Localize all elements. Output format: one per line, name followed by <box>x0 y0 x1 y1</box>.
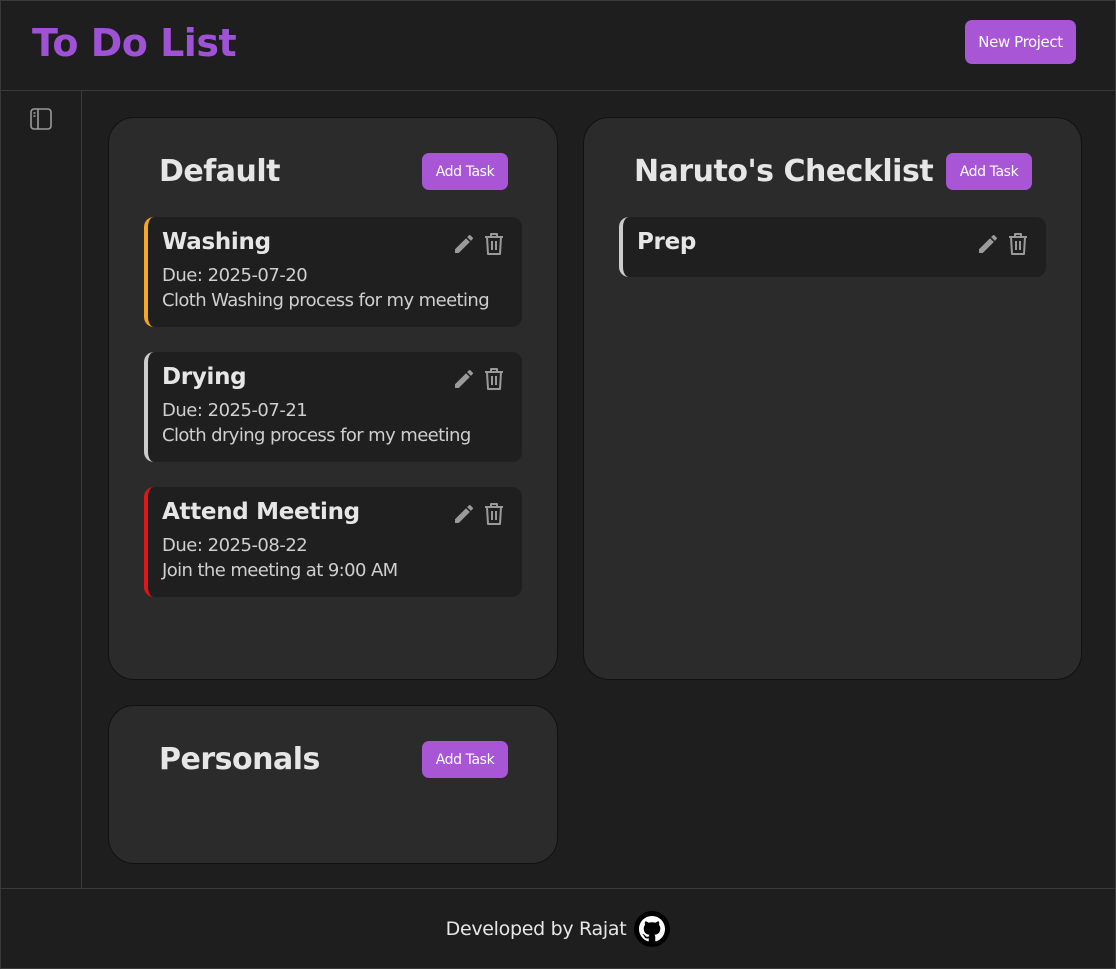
pencil-icon[interactable] <box>976 231 1000 257</box>
pencil-icon[interactable] <box>452 366 476 392</box>
project-card-personals: Personals Add Task <box>108 705 558 864</box>
footer-credit: Developed by Rajat <box>445 917 627 940</box>
pencil-icon[interactable] <box>452 231 476 257</box>
task-description: Cloth Washing process for my meeting <box>162 290 490 311</box>
task-title: Attend Meeting <box>162 499 360 525</box>
task-title: Drying <box>162 364 247 390</box>
task-title: Prep <box>637 229 697 255</box>
task-description: Join the meeting at 9:00 AM <box>162 560 398 581</box>
project-title: Naruto's Checklist <box>634 154 934 189</box>
task-due-date: Due: 2025-07-21 <box>162 400 308 421</box>
task-title: Washing <box>162 229 271 255</box>
sidebar <box>1 91 82 888</box>
project-card-default: Default Add Task Washing Due: 2025-07-20… <box>108 117 558 680</box>
task-card[interactable]: Washing Due: 2025-07-20 Cloth Washing pr… <box>144 217 522 327</box>
task-card[interactable]: Attend Meeting Due: 2025-08-22 Join the … <box>144 487 522 597</box>
task-due-date: Due: 2025-08-22 <box>162 535 308 556</box>
project-title: Default <box>159 154 281 189</box>
sidebar-toggle-icon[interactable] <box>29 107 53 131</box>
trash-icon[interactable] <box>482 231 506 257</box>
app-title: To Do List <box>32 21 237 65</box>
add-task-button[interactable]: Add Task <box>422 153 508 190</box>
task-card[interactable]: Drying Due: 2025-07-21 Cloth drying proc… <box>144 352 522 462</box>
task-due-date: Due: 2025-07-20 <box>162 265 308 286</box>
trash-icon[interactable] <box>482 501 506 527</box>
task-actions <box>452 231 506 257</box>
task-actions <box>976 231 1030 257</box>
github-icon[interactable] <box>634 910 671 947</box>
task-actions <box>452 366 506 392</box>
trash-icon[interactable] <box>1006 231 1030 257</box>
project-card-narutos-checklist: Naruto's Checklist Add Task Prep <box>583 117 1082 680</box>
app-header: To Do List New Project <box>1 1 1115 91</box>
footer: Developed by Rajat <box>1 888 1115 968</box>
task-card[interactable]: Prep <box>619 217 1046 277</box>
project-title: Personals <box>159 742 320 777</box>
new-project-button[interactable]: New Project <box>965 20 1076 64</box>
task-actions <box>452 501 506 527</box>
trash-icon[interactable] <box>482 366 506 392</box>
add-task-button[interactable]: Add Task <box>422 741 508 778</box>
add-task-button[interactable]: Add Task <box>946 153 1032 190</box>
task-description: Cloth drying process for my meeting <box>162 425 471 446</box>
pencil-icon[interactable] <box>452 501 476 527</box>
